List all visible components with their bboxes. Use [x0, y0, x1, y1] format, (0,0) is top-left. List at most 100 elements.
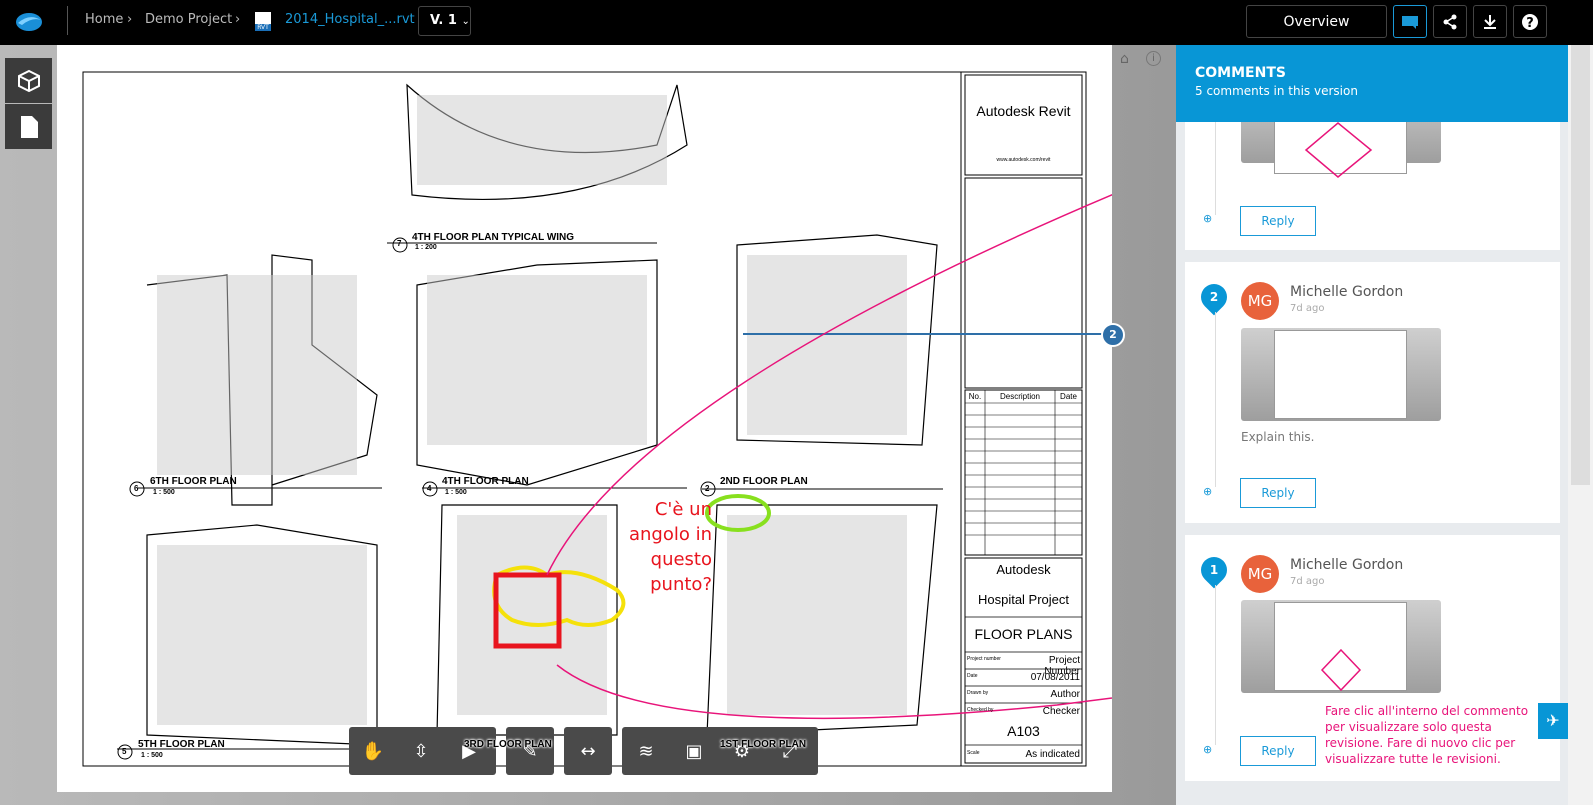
download-icon: [1484, 14, 1496, 29]
comment-author: Michelle Gordon: [1290, 284, 1404, 300]
share-button[interactable]: [1433, 5, 1467, 38]
plan-label: 3RD FLOOR PLAN: [464, 739, 552, 750]
share-icon: [1443, 14, 1457, 29]
markup-text: C'è un angolo in questo punto?: [628, 499, 712, 595]
top-bar: Home › Demo Project › RVT 2014_Hospital_…: [0, 0, 1593, 45]
comments-button[interactable]: [1393, 5, 1427, 38]
comment-number-badge: 1: [1195, 551, 1233, 589]
info-icon[interactable]: i: [1146, 51, 1161, 66]
comments-title: COMMENTS: [1195, 65, 1286, 81]
avatar: MG: [1241, 555, 1279, 593]
comment-author: Michelle Gordon: [1290, 557, 1404, 573]
overview-button[interactable]: Overview: [1246, 5, 1387, 38]
comment-thumbnail[interactable]: [1241, 328, 1441, 421]
viewer-canvas[interactable]: 4TH FLOOR PLAN TYPICAL WING 1 : 200 7 6T…: [0, 45, 1176, 805]
comment-icon: [1402, 15, 1418, 29]
pan-tool-icon[interactable]: ✋: [349, 727, 397, 775]
measure-tool-icon[interactable]: ↔: [564, 727, 612, 775]
rev-header: Description: [999, 392, 1040, 401]
divider: [67, 6, 68, 35]
viewer-toolbar: ✋ ⇳ ▶ ✎ ↔ ≋ ▣ ⚙ ⤢: [349, 727, 818, 775]
home-view-icon[interactable]: ⌂: [1120, 51, 1129, 67]
field-value: 07/08/2011: [1030, 672, 1080, 683]
reply-button[interactable]: Reply: [1240, 206, 1316, 236]
plan-label: 5TH FLOOR PLAN: [138, 739, 225, 750]
plan-number: 5: [122, 747, 127, 756]
model-browser-button[interactable]: [5, 58, 52, 103]
scrollbar[interactable]: [1568, 45, 1593, 805]
plan-number: 2: [705, 484, 710, 493]
layers-icon[interactable]: ≋: [622, 727, 670, 775]
comment-time: 7d ago: [1290, 303, 1325, 314]
chevron-right-icon: ›: [127, 12, 133, 27]
add-icon[interactable]: ⊕: [1203, 743, 1212, 756]
avatar: MG: [1241, 282, 1279, 320]
comments-subtitle: 5 comments in this version: [1195, 84, 1358, 98]
breadcrumb-project[interactable]: Demo Project: [145, 12, 232, 27]
field-label: Drawn by: [967, 690, 989, 696]
rev-header: No.: [968, 392, 982, 401]
field-value: As indicated: [1025, 749, 1080, 760]
version-dropdown[interactable]: V. 1 ⌄: [418, 6, 471, 36]
plan-label: 1ST FLOOR PLAN: [720, 739, 807, 750]
add-icon[interactable]: ⊕: [1203, 212, 1212, 225]
add-icon[interactable]: ⊕: [1203, 485, 1212, 498]
plan-label: 4TH FLOOR PLAN: [442, 476, 529, 487]
drawing-sheet[interactable]: 4TH FLOOR PLAN TYPICAL WING 1 : 200 7 6T…: [57, 45, 1125, 792]
plan-label: 2ND FLOOR PLAN: [720, 476, 808, 487]
help-icon: ?: [1522, 13, 1538, 31]
plan-number: 7: [397, 239, 402, 248]
cube-icon: [17, 69, 40, 92]
plan-number: 4: [427, 484, 432, 493]
floor-plans-drawing: [82, 71, 1112, 767]
plan-number: 6: [134, 484, 139, 493]
plan-scale: 1 : 200: [415, 244, 437, 251]
field-label: Scale: [967, 750, 980, 756]
titleblock-project: Hospital Project: [977, 592, 1070, 607]
sheets-button[interactable]: [5, 104, 52, 149]
comment-card[interactable]: 2 MG Michelle Gordon 7d ago Explain this…: [1185, 262, 1560, 523]
plan-label: 6TH FLOOR PLAN: [150, 476, 237, 487]
field-label: Project number: [967, 656, 1001, 662]
document-icon: [20, 115, 38, 138]
rvt-file-icon: RVT: [255, 12, 271, 31]
plan-scale: 1 : 500: [153, 489, 175, 496]
field-value: Author: [1050, 689, 1080, 700]
comment-time: 7d ago: [1290, 576, 1325, 587]
comment-text: Explain this.: [1241, 430, 1315, 444]
field-label: Date: [967, 673, 978, 679]
fullscreen-icon[interactable]: ⤢: [766, 727, 814, 775]
titleblock-sheet-title: FLOOR PLANS: [974, 626, 1073, 642]
comment-pin[interactable]: 2: [1101, 323, 1125, 347]
thread-line: [1215, 312, 1216, 487]
plan-label: 4TH FLOOR PLAN TYPICAL WING: [412, 232, 575, 243]
download-button[interactable]: [1473, 5, 1507, 38]
comment-number-badge: 2: [1195, 278, 1233, 316]
version-label: V. 1: [430, 13, 457, 28]
callout-note: Fare clic all'interno del commento per v…: [1325, 704, 1529, 766]
reply-button[interactable]: Reply: [1240, 736, 1316, 766]
app-logo-icon[interactable]: [14, 9, 44, 33]
settings-icon[interactable]: ⚙: [718, 727, 766, 775]
plan-scale: 1 : 500: [445, 489, 467, 496]
titleblock-brand: Autodesk Revit: [976, 103, 1071, 119]
markup-pencil-icon[interactable]: ✎: [506, 727, 554, 775]
titleblock-sheet-number: A103: [1007, 723, 1040, 739]
titleblock-company: Autodesk: [996, 562, 1051, 577]
reply-button[interactable]: Reply: [1240, 478, 1316, 508]
feedback-icon[interactable]: ✈: [1538, 703, 1568, 739]
orbit-tool-icon[interactable]: ⇳: [397, 727, 445, 775]
thread-line: [1215, 585, 1216, 745]
rev-header: Date: [1060, 392, 1077, 401]
breadcrumb-file[interactable]: 2014_Hospital_...rvt: [285, 12, 415, 27]
breadcrumb-home[interactable]: Home: [85, 12, 123, 27]
overview-label: Overview: [1283, 13, 1350, 30]
properties-icon[interactable]: ▣: [670, 727, 718, 775]
comments-header: COMMENTS 5 comments in this version: [1176, 45, 1568, 122]
field-value: Checker: [1042, 706, 1080, 717]
comment-thumbnail[interactable]: [1241, 600, 1441, 693]
help-button[interactable]: ?: [1513, 5, 1547, 38]
svg-text:?: ?: [1526, 16, 1534, 31]
plan-scale: 1 : 500: [141, 752, 163, 759]
camera-tool-icon[interactable]: ▶: [445, 727, 493, 775]
